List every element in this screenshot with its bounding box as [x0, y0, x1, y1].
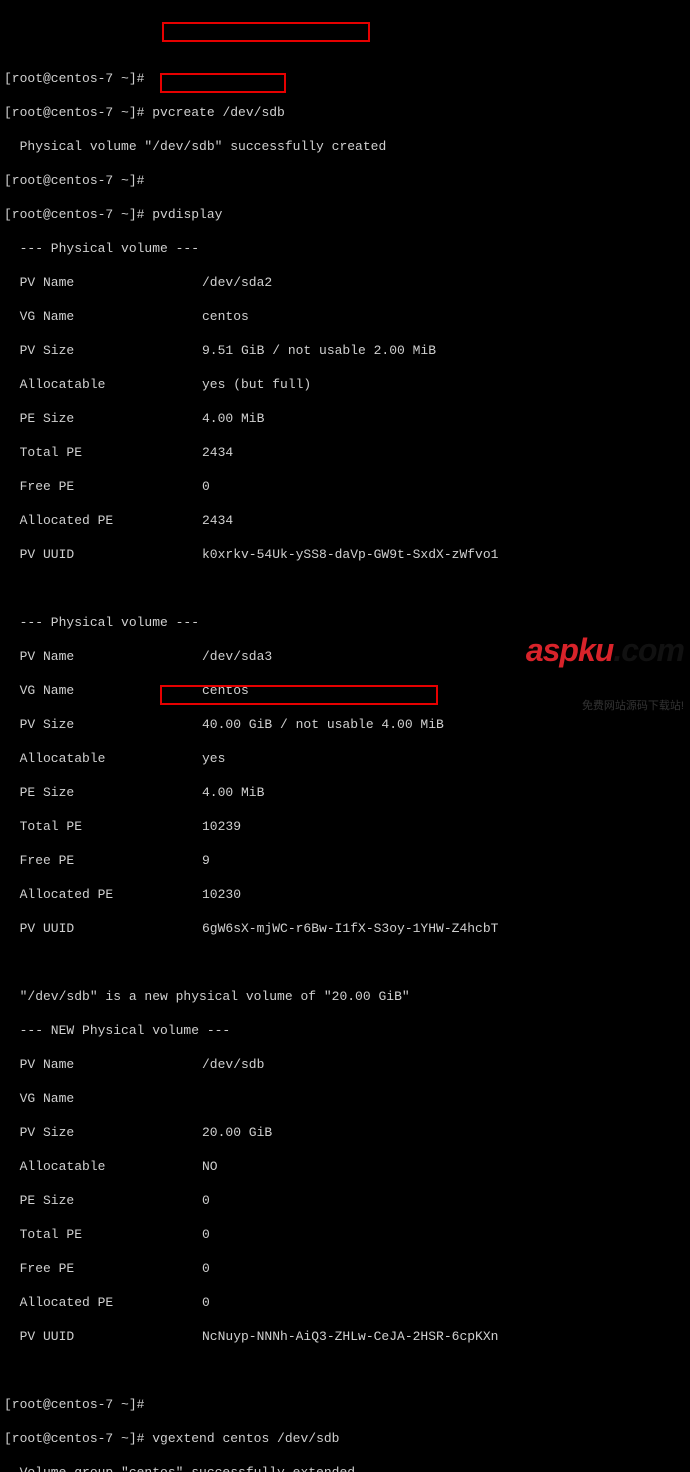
pv3-pesize: PE Size0	[4, 1192, 686, 1209]
prompt-empty-1: [root@centos-7 ~]#	[4, 70, 686, 87]
highlight-pvcreate	[162, 22, 370, 42]
cmd-pvdisplay: [root@centos-7 ~]# pvdisplay	[4, 206, 686, 223]
pv2-vg: VG Namecentos	[4, 682, 686, 699]
pv1-vg: VG Namecentos	[4, 308, 686, 325]
pv1-uuid: PV UUIDk0xrkv-54Uk-ySS8-daVp-GW9t-SxdX-z…	[4, 546, 686, 563]
pv1-allocated: Allocated PE2434	[4, 512, 686, 529]
prompt-empty-3: [root@centos-7 ~]#	[4, 1396, 686, 1413]
blank-2	[4, 954, 686, 971]
prompt-empty-2: [root@centos-7 ~]#	[4, 172, 686, 189]
pv2-name: PV Name/dev/sda3	[4, 648, 686, 665]
pv3-vg: VG Name	[4, 1090, 686, 1107]
cmd-vgextend: [root@centos-7 ~]# vgextend centos /dev/…	[4, 1430, 686, 1447]
pv2-free: Free PE9	[4, 852, 686, 869]
pv3-alloc: AllocatableNO	[4, 1158, 686, 1175]
pv1-pesize: PE Size4.00 MiB	[4, 410, 686, 427]
pv1-name: PV Name/dev/sda2	[4, 274, 686, 291]
pv1-free: Free PE0	[4, 478, 686, 495]
blank-1	[4, 580, 686, 597]
pv3-header: --- NEW Physical volume ---	[4, 1022, 686, 1039]
pv1-alloc: Allocatableyes (but full)	[4, 376, 686, 393]
new-pv-msg: "/dev/sdb" is a new physical volume of "…	[4, 988, 686, 1005]
pv1-size: PV Size9.51 GiB / not usable 2.00 MiB	[4, 342, 686, 359]
cmd-pvcreate: [root@centos-7 ~]# pvcreate /dev/sdb	[4, 104, 686, 121]
pv3-uuid: PV UUIDNcNuyp-NNNh-AiQ3-ZHLw-CeJA-2HSR-6…	[4, 1328, 686, 1345]
pv2-total: Total PE10239	[4, 818, 686, 835]
msg-pv-created: Physical volume "/dev/sdb" successfully …	[4, 138, 686, 155]
pv3-size: PV Size20.00 GiB	[4, 1124, 686, 1141]
pv2-header: --- Physical volume ---	[4, 614, 686, 631]
blank-3	[4, 1362, 686, 1379]
pv1-header: --- Physical volume ---	[4, 240, 686, 257]
pv3-allocated: Allocated PE0	[4, 1294, 686, 1311]
msg-vg-extended: Volume group "centos" successfully exten…	[4, 1464, 686, 1472]
pv1-total: Total PE2434	[4, 444, 686, 461]
pv2-alloc: Allocatableyes	[4, 750, 686, 767]
pv2-pesize: PE Size4.00 MiB	[4, 784, 686, 801]
pv2-uuid: PV UUID6gW6sX-mjWC-r6Bw-I1fX-S3oy-1YHW-Z…	[4, 920, 686, 937]
pv3-free: Free PE0	[4, 1260, 686, 1277]
pv3-name: PV Name/dev/sdb	[4, 1056, 686, 1073]
pv2-allocated: Allocated PE10230	[4, 886, 686, 903]
watermark-sub: 免费网站源码下载站!	[526, 698, 684, 715]
pv3-total: Total PE0	[4, 1226, 686, 1243]
pv2-size: PV Size40.00 GiB / not usable 4.00 MiB	[4, 716, 686, 733]
